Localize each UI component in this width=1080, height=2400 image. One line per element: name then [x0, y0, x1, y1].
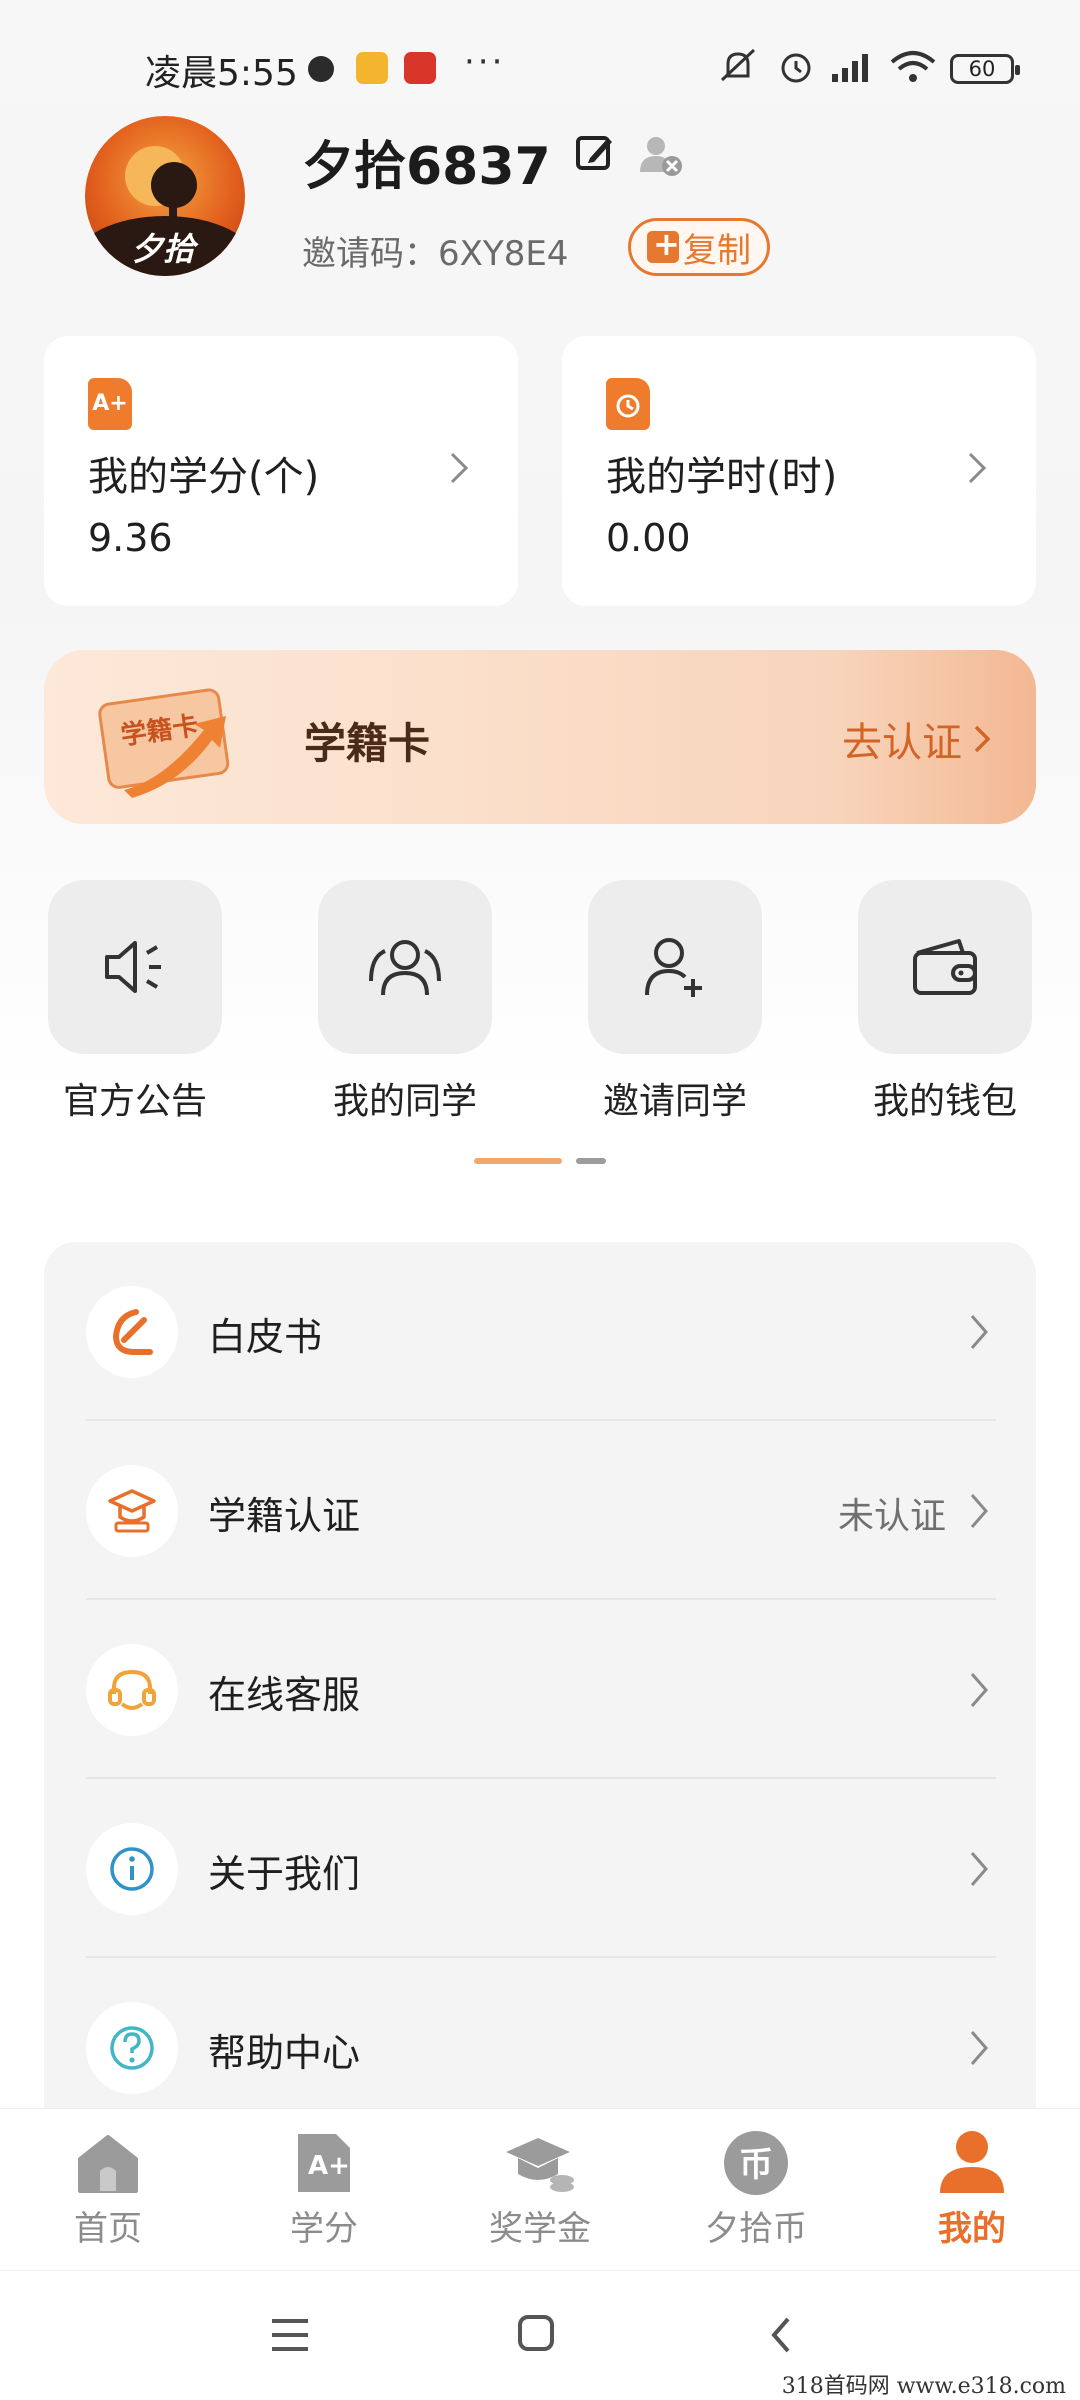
watermark: 318首码网 www.e318.com — [781, 2374, 1066, 2399]
menu-icon[interactable] — [268, 2315, 312, 2355]
copy-button-label: 复制 — [683, 230, 751, 271]
help-icon — [110, 2026, 154, 2070]
credit-icon: A+ — [88, 378, 132, 430]
signal-icon — [832, 54, 868, 82]
user-unverified-icon[interactable] — [638, 132, 684, 178]
menu-item-label: 帮助中心 — [208, 2031, 361, 2075]
nav-credits[interactable]: A+ 学分 — [234, 2127, 414, 2250]
notification-dot-icon — [308, 56, 334, 82]
settings-menu: 白皮书 学籍认证 未认证 在线客服 关于我们 帮助中心 — [44, 1242, 1036, 2122]
battery-indicator: 60 — [950, 54, 1020, 84]
nav-label: 奖学金 — [489, 2209, 591, 2249]
invite-code: 邀请码：6XY8E4 — [302, 234, 569, 274]
banner-title: 学籍卡 — [304, 719, 431, 768]
chevron-right-icon — [970, 1673, 988, 1707]
credits-label: 我的学分(个) — [88, 454, 320, 500]
clock-icon — [606, 378, 650, 430]
menu-item-label: 关于我们 — [208, 1852, 361, 1896]
menu-item-label: 白皮书 — [208, 1315, 323, 1359]
graduate-icon — [108, 1489, 156, 1533]
menu-item-about-us[interactable]: 关于我们 — [44, 1779, 1036, 1958]
quick-action-label: 我的钱包 — [872, 1081, 1017, 1122]
chevron-right-icon — [970, 2031, 988, 2065]
menu-item-customer-service[interactable]: 在线客服 — [44, 1600, 1036, 1779]
chevron-right-icon — [968, 452, 987, 484]
profile-icon — [940, 2131, 1004, 2193]
chevron-right-icon — [974, 725, 991, 753]
username: 夕拾6837 — [302, 137, 551, 197]
credits-card[interactable]: A+ 我的学分(个) 9.36 — [44, 336, 518, 606]
mute-icon — [720, 48, 756, 82]
whitepaper-icon — [112, 1309, 153, 1355]
nav-scholarship[interactable]: 奖学金 — [450, 2127, 630, 2250]
message-app-icon — [356, 52, 388, 84]
pager-indicator — [576, 1158, 606, 1164]
quick-action-label: 邀请同学 — [602, 1081, 747, 1122]
speaker-icon — [105, 941, 161, 993]
avatar[interactable]: 夕拾 — [85, 116, 245, 276]
taobao-app-icon — [404, 52, 436, 84]
verify-link-label: 去认证 — [842, 720, 962, 766]
nav-label: 夕拾币 — [705, 2209, 807, 2249]
home-icon — [78, 2135, 138, 2193]
nav-home[interactable]: 首页 — [18, 2127, 198, 2250]
menu-item-label: 在线客服 — [208, 1673, 361, 1717]
scholarship-icon — [506, 2138, 574, 2192]
copy-button[interactable]: 复制 — [628, 218, 770, 276]
status-bar: 凌晨5:55 ··· 60 — [0, 0, 1080, 130]
chevron-right-icon — [450, 452, 469, 484]
quick-action-announcements[interactable]: 官方公告 — [48, 880, 222, 1124]
add-user-icon — [645, 938, 702, 997]
menu-item-whitepaper[interactable]: 白皮书 — [44, 1242, 1036, 1421]
edit-icon[interactable] — [574, 132, 616, 174]
study-hours-card[interactable]: 我的学时(时) 0.00 — [562, 336, 1036, 606]
chevron-right-icon — [970, 1494, 988, 1528]
quick-action-classmates[interactable]: 我的同学 — [318, 880, 492, 1124]
copy-icon — [647, 225, 680, 263]
verification-status: 未认证 — [837, 1496, 946, 1537]
verify-link[interactable]: 去认证 — [842, 710, 996, 768]
wifi-icon — [890, 51, 936, 82]
credit-icon: A+ — [298, 2134, 350, 2192]
credits-value: 9.36 — [88, 516, 173, 560]
home-button-icon[interactable] — [516, 2313, 556, 2353]
quick-action-label: 我的同学 — [332, 1081, 477, 1122]
more-notifications-icon: ··· — [464, 42, 506, 82]
pager-indicator-active — [474, 1158, 562, 1164]
back-icon[interactable] — [766, 2313, 796, 2357]
credit-icon-text: A+ — [308, 2151, 350, 2181]
study-hours-label: 我的学时(时) — [606, 454, 838, 500]
classmates-icon — [369, 940, 441, 996]
info-icon — [110, 1847, 154, 1891]
bottom-navigation: 首页 A+ 学分 奖学金 币 夕拾币 我的 — [0, 2108, 1080, 2270]
chevron-right-icon — [970, 1852, 988, 1886]
nav-label: 我的 — [938, 2209, 1006, 2249]
quick-action-label: 官方公告 — [62, 1081, 207, 1122]
chevron-right-icon — [970, 1315, 988, 1349]
nav-label: 首页 — [74, 2209, 142, 2249]
coin-icon-text: 币 — [739, 2145, 773, 2185]
nav-label: 学分 — [290, 2209, 358, 2249]
alarm-icon — [781, 53, 811, 83]
menu-item-student-verification[interactable]: 学籍认证 未认证 — [44, 1421, 1036, 1600]
status-time: 凌晨5:55 — [145, 53, 298, 94]
student-card-illustration: 学籍卡 — [98, 688, 230, 798]
menu-item-help-center[interactable]: 帮助中心 — [44, 1958, 1036, 2122]
nav-coins[interactable]: 币 夕拾币 — [666, 2127, 846, 2250]
quick-action-invite[interactable]: 邀请同学 — [588, 880, 762, 1124]
student-card-banner[interactable]: 学籍卡 学籍卡 去认证 — [44, 650, 1036, 824]
avatar-signature: 夕拾 — [131, 230, 196, 268]
headset-icon — [108, 1669, 156, 1710]
study-hours-value: 0.00 — [606, 516, 691, 560]
nav-profile[interactable]: 我的 — [882, 2127, 1062, 2250]
coin-icon: 币 — [724, 2131, 788, 2195]
quick-action-wallet[interactable]: 我的钱包 — [858, 880, 1032, 1124]
wallet-icon — [913, 939, 977, 995]
menu-item-label: 学籍认证 — [208, 1494, 361, 1538]
